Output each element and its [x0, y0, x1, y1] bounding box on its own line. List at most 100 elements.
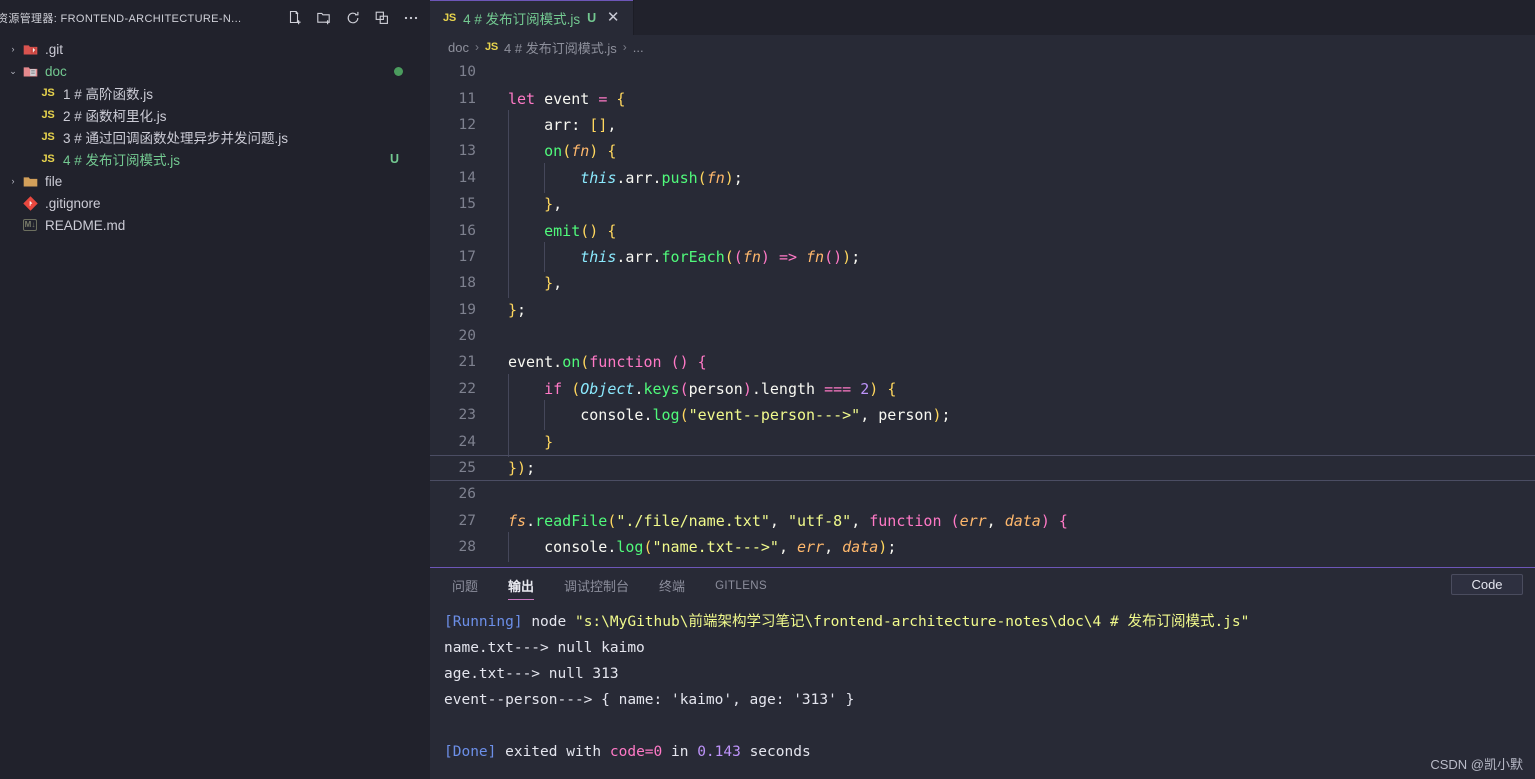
chevron-down-icon[interactable]: ⌄: [6, 66, 20, 77]
output-content: [Running] node "s:\MyGithub\前端架构学习笔记\fro…: [430, 603, 1535, 779]
tree-item[interactable]: .gitignore: [0, 192, 430, 214]
breadcrumb-folder[interactable]: doc: [448, 40, 469, 55]
chevron-right-icon[interactable]: ›: [6, 44, 20, 54]
vscode-window: 资源管理器: FRONTEND-ARCHITECTURE-N... › .git…: [0, 0, 1535, 779]
output-segment: "s:\MyGithub\前端架构学习笔记\frontend-architect…: [574, 614, 1250, 630]
code-line[interactable]: 14 this.arr.push(fn);: [430, 162, 1535, 193]
tree-item[interactable]: JS 3 # 通过回调函数处理异步并发问题.js: [0, 126, 430, 148]
output-segment: exited with: [505, 744, 610, 760]
line-number: 27: [458, 512, 476, 529]
editor-area: JS 4 # 发布订阅模式.js U ✕ doc › JS 4 # 发布订阅模式…: [430, 0, 1535, 779]
line-number: 10: [458, 64, 476, 81]
output-line: age.txt---> null 313: [444, 661, 1535, 687]
tree-item[interactable]: JS 2 # 函数柯里化.js: [0, 104, 430, 126]
code-editor[interactable]: 10 11 let event = {12 arr: [], 13 on(fn) {1…: [430, 59, 1535, 567]
output-segment: in: [662, 744, 698, 760]
tree-item-label: file: [45, 173, 63, 189]
line-number: 11: [458, 90, 476, 107]
close-icon[interactable]: ✕: [603, 8, 623, 28]
new-folder-icon[interactable]: [315, 9, 332, 26]
js-icon: JS: [41, 153, 55, 165]
folder-status-dot: [394, 66, 403, 76]
tree-item-label: 4 # 发布订阅模式.js: [63, 153, 181, 168]
panel-scrollbar[interactable]: [1525, 604, 1535, 779]
watermark: CSDN @凯小默: [1430, 757, 1523, 772]
tree-item-label: .git: [45, 41, 64, 57]
tree-item[interactable]: JS 4 # 发布订阅模式.js U: [0, 148, 430, 170]
line-number: 17: [458, 248, 476, 265]
output-segment: age.txt---> null 313: [444, 666, 619, 682]
chevron-right-icon[interactable]: ›: [6, 176, 20, 186]
code-line[interactable]: 21 event.on(function () {: [430, 349, 1535, 375]
code-line[interactable]: 15 },: [430, 189, 1535, 220]
code-text: }: [488, 426, 553, 457]
code-line[interactable]: 23 console.log("event--person--->", pers…: [430, 400, 1535, 431]
panel-tab[interactable]: 终端: [659, 568, 685, 603]
chevron-right-icon: ›: [474, 40, 479, 54]
code-text: };: [508, 300, 527, 319]
editor-tab-active[interactable]: JS 4 # 发布订阅模式.js U ✕: [430, 0, 635, 35]
code-line[interactable]: 28 console.log("name.txt--->", err, data…: [430, 532, 1535, 563]
code-line[interactable]: 13 on(fn) {: [430, 136, 1535, 167]
line-number: 15: [458, 196, 476, 213]
editor-tab-git-status: U: [587, 10, 597, 25]
code-text: this.arr.forEach((fn) => fn());: [488, 241, 860, 272]
tree-item[interactable]: › .git: [0, 38, 430, 60]
code-line[interactable]: 26: [430, 481, 1535, 507]
code-line[interactable]: 19};: [430, 297, 1535, 323]
bottom-panel: 问题 输出 调试控制台 终端 GITLENS Code [Running] node "…: [430, 567, 1535, 779]
tree-item[interactable]: M↓ README.md: [0, 214, 430, 236]
code-line[interactable]: 18 },: [430, 268, 1535, 299]
tree-item[interactable]: › file: [0, 170, 430, 192]
code-text: fs.readFile("./file/name.txt", "utf-8", …: [508, 511, 1068, 530]
line-number: 12: [458, 116, 476, 133]
panel-tab[interactable]: 输出: [508, 568, 535, 603]
git-status-badge: U: [389, 152, 399, 166]
tree-item-label: 3 # 通过回调函数处理异步并发问题.js: [63, 131, 289, 146]
code-line[interactable]: 11 let event = {: [430, 85, 1535, 111]
code-line[interactable]: 12 arr: [],: [430, 109, 1535, 140]
collapse-all-icon[interactable]: [373, 9, 390, 26]
code-text: console.log("name.txt--->", err, data);: [488, 532, 896, 563]
output-segment: event--person---> { name: 'kaimo', age: …: [444, 692, 855, 708]
panel-tab[interactable]: 问题: [452, 568, 478, 603]
code-line[interactable]: 16 emit() {: [430, 215, 1535, 246]
file-tree: › .git ⌄ doc JS 1 # 高阶函数.js JS 2 # 函数柯里化.js JS 3 …: [0, 35, 430, 779]
line-number: 26: [458, 486, 476, 503]
code-line[interactable]: 25});: [430, 454, 1535, 482]
code-line[interactable]: 24 }: [430, 426, 1535, 457]
line-number: 18: [458, 275, 476, 292]
code-text: arr: [],: [488, 109, 616, 140]
code-text: emit() {: [488, 215, 616, 246]
explorer-actions: [286, 9, 430, 26]
code-text: this.arr.push(fn);: [488, 162, 743, 193]
panel-tab[interactable]: GITLENS: [715, 568, 767, 603]
code-line[interactable]: 20: [430, 323, 1535, 349]
code-line[interactable]: 17 this.arr.forEach((fn) => fn());: [430, 241, 1535, 272]
output-line: event--person---> { name: 'kaimo', age: …: [444, 687, 1535, 713]
markdown-icon: M↓: [22, 219, 38, 231]
output-channel-selector[interactable]: Code: [1451, 574, 1523, 595]
more-actions-icon[interactable]: [402, 9, 419, 26]
tree-item[interactable]: ⌄ doc: [0, 60, 430, 82]
panel-tab[interactable]: 调试控制台: [564, 568, 629, 603]
git-folder-icon: [20, 41, 40, 58]
tree-item[interactable]: JS 1 # 高阶函数.js: [0, 82, 430, 104]
tree-item-label: .gitignore: [45, 195, 101, 211]
output-line: [Running] node "s:\MyGithub\前端架构学习笔记\fro…: [444, 609, 1535, 635]
line-number: 14: [458, 169, 476, 186]
code-line[interactable]: 27 fs.readFile("./file/name.txt", "utf-8"…: [430, 508, 1535, 534]
code-line[interactable]: 22 if (Object.keys(person).length === 2)…: [430, 373, 1535, 404]
line-number: 25: [458, 460, 476, 477]
breadcrumb-more[interactable]: ...: [633, 40, 644, 55]
refresh-icon[interactable]: [344, 9, 361, 26]
output-channel-value[interactable]: Code: [1451, 574, 1523, 595]
tree-item-label: 1 # 高阶函数.js: [63, 87, 154, 102]
code-text: if (Object.keys(person).length === 2) {: [488, 373, 896, 404]
code-line[interactable]: 10: [430, 59, 1535, 85]
output-segment: node: [531, 614, 575, 630]
breadcrumb-file[interactable]: 4 # 发布订阅模式.js: [504, 38, 617, 57]
js-icon: JS: [41, 131, 55, 143]
new-file-icon[interactable]: [286, 9, 303, 26]
breadcrumb: doc › JS 4 # 发布订阅模式.js › ...: [430, 35, 1535, 59]
